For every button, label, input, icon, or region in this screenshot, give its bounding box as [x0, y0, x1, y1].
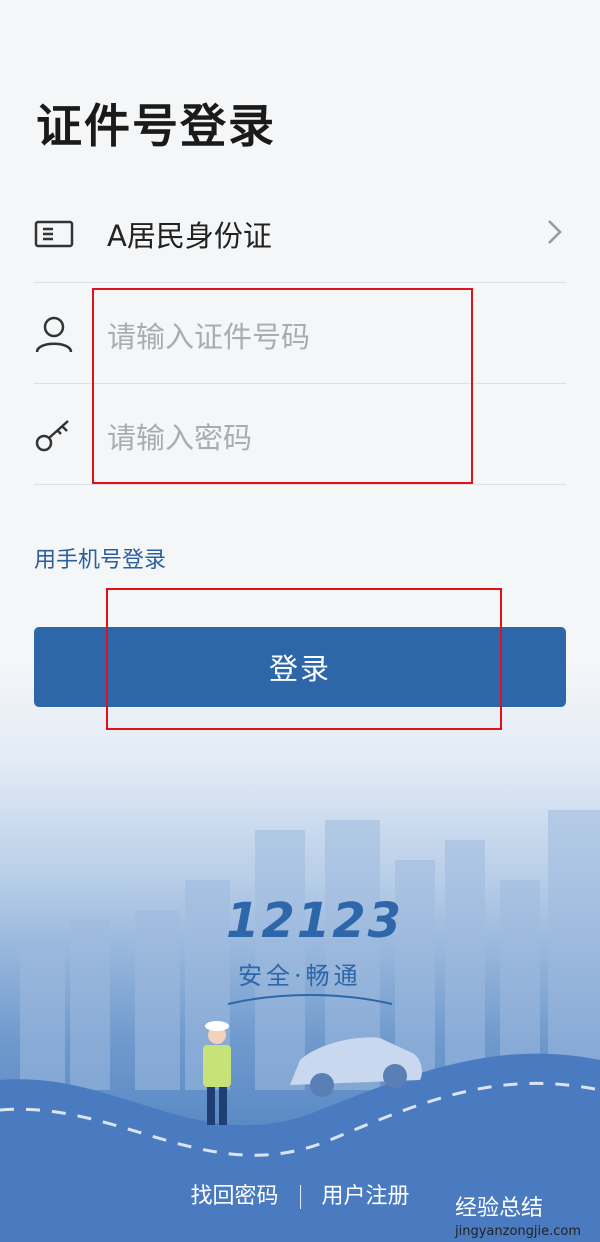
input-highlight-box — [92, 288, 473, 484]
key-icon — [35, 420, 69, 452]
divider — [34, 484, 566, 485]
id-type-label: A居民身份证 — [107, 219, 272, 253]
brand-slogan: 安全·畅通 — [238, 962, 362, 990]
phone-login-link[interactable]: 用手机号登录 — [34, 542, 166, 574]
watermark-url: jingyanzongjie.com — [455, 1224, 582, 1239]
button-highlight-box — [106, 588, 502, 730]
id-card-icon — [34, 220, 74, 248]
recover-password-link[interactable]: 找回密码 — [190, 1184, 278, 1209]
brand-number: 12123 — [226, 893, 403, 949]
city-illustration — [0, 810, 600, 1242]
watermark-text: 经验总结 — [455, 1196, 544, 1221]
user-icon — [35, 316, 73, 353]
register-link[interactable]: 用户注册 — [322, 1184, 410, 1209]
watermark: 经验总结 jingyanzongjie.com — [455, 1190, 581, 1239]
page-title: 证件号登录 — [36, 99, 276, 153]
footer-separator — [299, 1185, 301, 1209]
divider — [34, 282, 566, 283]
chevron-right-icon — [548, 220, 562, 244]
id-type-selector[interactable]: A居民身份证 — [34, 183, 566, 283]
